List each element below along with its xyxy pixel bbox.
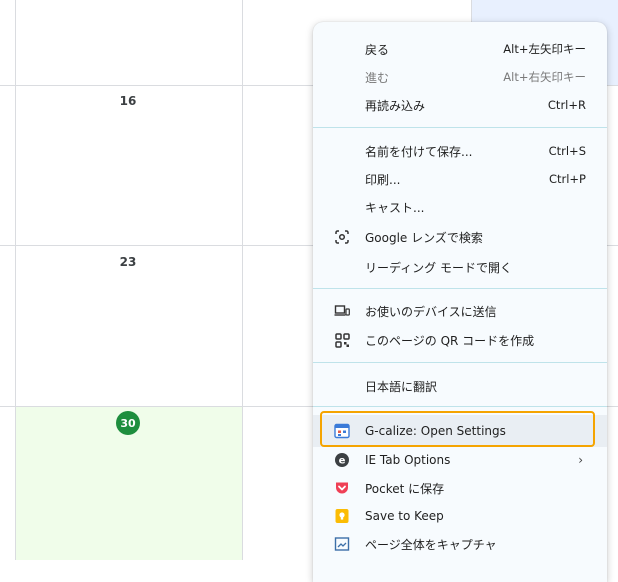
qr-code-icon bbox=[334, 332, 350, 348]
devices-icon bbox=[334, 303, 350, 319]
menu-separator bbox=[313, 406, 607, 407]
day-number[interactable]: 23 bbox=[113, 255, 143, 269]
menu-separator bbox=[313, 288, 607, 289]
menu-item-reload[interactable]: 再読み込み Ctrl+R bbox=[313, 91, 607, 119]
menu-item-shortcut: Ctrl+P bbox=[548, 172, 586, 186]
chevron-right-icon: › bbox=[578, 453, 583, 467]
context-menu: 戻る Alt+左矢印キー 進む Alt+右矢印キー 再読み込み Ctrl+R 名… bbox=[313, 22, 607, 582]
menu-item-label: リーディング モードで開く bbox=[365, 260, 512, 275]
menu-item-save-as[interactable]: 名前を付けて保存... Ctrl+S bbox=[313, 137, 607, 165]
ie-tab-icon: e bbox=[334, 452, 350, 468]
menu-item-save-to-keep[interactable]: Save to Keep bbox=[313, 502, 607, 530]
menu-item-label: お使いのデバイスに送信 bbox=[365, 304, 497, 319]
menu-item-back[interactable]: 戻る Alt+左矢印キー bbox=[313, 35, 607, 63]
menu-item-label: IE Tab Options bbox=[365, 453, 451, 467]
menu-item-shortcut: Alt+左矢印キー bbox=[503, 42, 586, 56]
today-badge[interactable]: 30 bbox=[116, 411, 140, 435]
keyboard-focus-outline bbox=[320, 411, 595, 447]
menu-item-qr-code[interactable]: このページの QR コードを作成 bbox=[313, 326, 607, 354]
menu-item-pocket[interactable]: Pocket に保存 bbox=[313, 474, 607, 502]
menu-item-label: Google レンズで検索 bbox=[365, 230, 483, 245]
menu-item-shortcut: Ctrl+R bbox=[547, 98, 586, 112]
capture-icon bbox=[334, 536, 350, 552]
menu-separator bbox=[313, 362, 607, 363]
menu-separator bbox=[313, 127, 607, 128]
menu-item-reading-mode[interactable]: リーディング モードで開く bbox=[313, 253, 607, 281]
menu-item-label: 戻る bbox=[365, 42, 390, 57]
day-number[interactable]: 16 bbox=[113, 94, 143, 108]
menu-item-label: Pocket に保存 bbox=[365, 481, 445, 496]
menu-item-label: 再読み込み bbox=[365, 98, 426, 113]
menu-item-google-lens[interactable]: Google レンズで検索 bbox=[313, 223, 607, 251]
grid-line bbox=[15, 0, 16, 560]
menu-item-ie-tab-options[interactable]: e IE Tab Options › bbox=[313, 446, 607, 474]
menu-item-shortcut: Ctrl+S bbox=[548, 144, 586, 158]
svg-text:e: e bbox=[339, 456, 346, 467]
grid-line bbox=[242, 0, 243, 560]
menu-item-label: 進む bbox=[365, 70, 390, 85]
menu-item-send-to-devices[interactable]: お使いのデバイスに送信 bbox=[313, 297, 607, 325]
menu-item-label: 日本語に翻訳 bbox=[365, 379, 438, 394]
menu-item-shortcut: Alt+右矢印キー bbox=[503, 70, 586, 84]
menu-item-cast[interactable]: キャスト... bbox=[313, 193, 607, 221]
menu-item-capture-page[interactable]: ページ全体をキャプチャ bbox=[313, 530, 607, 558]
menu-item-label: 名前を付けて保存... bbox=[365, 144, 473, 159]
menu-item-translate[interactable]: 日本語に翻訳 bbox=[313, 372, 607, 400]
pocket-icon bbox=[334, 480, 350, 496]
menu-item-label: このページの QR コードを作成 bbox=[365, 333, 535, 348]
keep-icon bbox=[334, 508, 350, 524]
menu-item-label: Save to Keep bbox=[365, 509, 444, 523]
menu-item-label: キャスト... bbox=[365, 200, 425, 215]
menu-item-print[interactable]: 印刷... Ctrl+P bbox=[313, 165, 607, 193]
menu-item-label: ページ全体をキャプチャ bbox=[365, 537, 497, 552]
menu-item-forward: 進む Alt+右矢印キー bbox=[313, 63, 607, 91]
menu-item-label: 印刷... bbox=[365, 172, 401, 187]
google-lens-icon bbox=[334, 229, 350, 245]
